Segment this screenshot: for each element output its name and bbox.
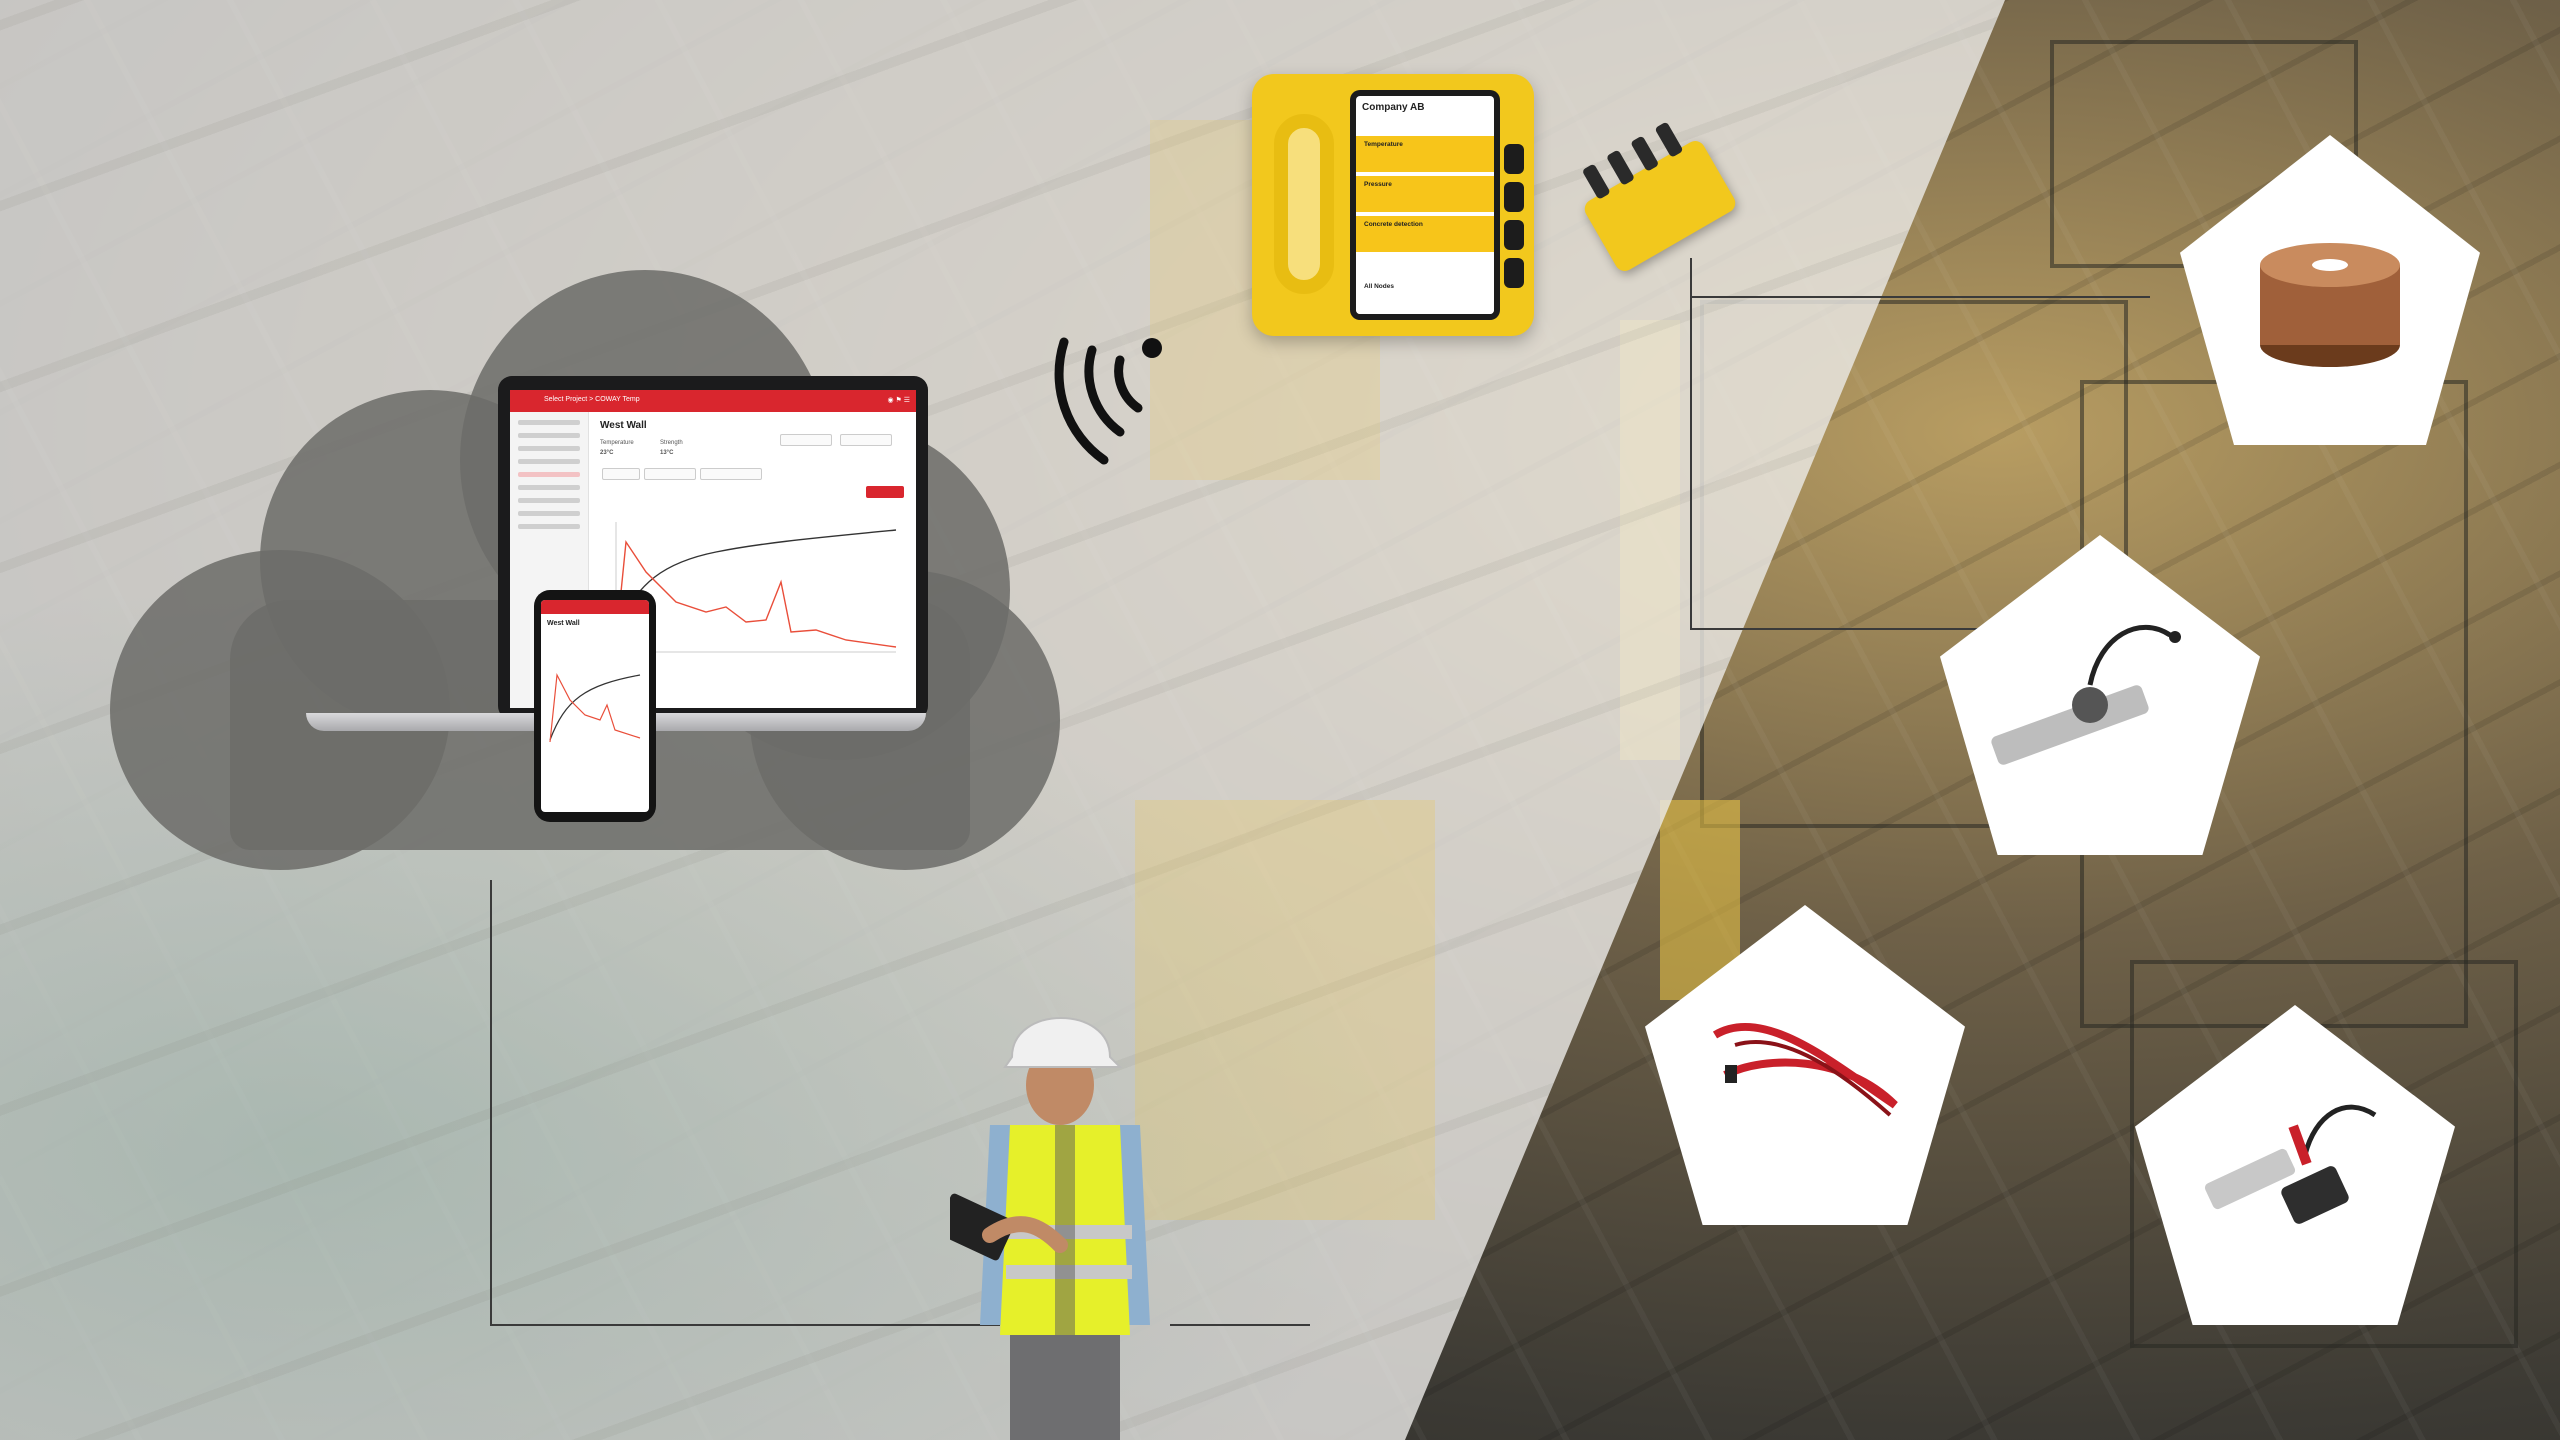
device-row-temperature[interactable]: Temperature [1356, 134, 1494, 172]
filter-chip[interactable] [602, 468, 640, 480]
date-chip[interactable] [840, 434, 892, 446]
mobile-app: West Wall [541, 600, 649, 812]
device-button[interactable] [1504, 182, 1524, 212]
stat-label: Strength [660, 440, 683, 446]
device-ui: Company AB Temperature Pressure Concrete… [1356, 96, 1494, 314]
device-button[interactable] [1504, 258, 1524, 288]
connection-line [1690, 628, 1990, 630]
alert-chip[interactable] [866, 486, 904, 498]
connection-line [490, 880, 492, 1326]
connection-line [1690, 296, 2150, 298]
mobile-chart [549, 672, 641, 743]
app-header: Select Project > COWAY Temp ◉ ⚑ ☰ [510, 390, 916, 412]
date-chip[interactable] [780, 434, 832, 446]
device-buttons [1504, 144, 1524, 296]
header-icons: ◉ ⚑ ☰ [887, 397, 910, 404]
stat-value: 13°C [660, 450, 674, 456]
wireless-signal-icon [1054, 337, 1162, 465]
device-button[interactable] [1504, 220, 1524, 250]
filter-chip[interactable] [700, 468, 762, 480]
device-button[interactable] [1504, 144, 1524, 174]
connection-line [1170, 1324, 1310, 1326]
formwork-faded [1135, 800, 1435, 1220]
device-row-pressure[interactable]: Pressure [1356, 174, 1494, 212]
device-row-concrete[interactable]: Concrete detection [1356, 214, 1494, 252]
temperature-line [615, 539, 897, 648]
stat-label: Temperature [600, 440, 634, 446]
handheld-reader-device: Company AB Temperature Pressure Concrete… [1252, 74, 1534, 336]
smartphone: West Wall [534, 590, 656, 822]
breadcrumb: Select Project > COWAY Temp [544, 396, 640, 403]
construction-worker [950, 1017, 1150, 1440]
stat-value: 23°C [600, 450, 614, 456]
device-screen: Company AB Temperature Pressure Concrete… [1350, 90, 1500, 320]
page-title: West Wall [600, 420, 647, 431]
strength-line [615, 529, 897, 633]
device-footer[interactable]: All Nodes [1356, 278, 1494, 314]
connection-line [490, 1324, 1000, 1326]
connection-line [1690, 258, 1692, 630]
mobile-header [541, 600, 649, 614]
company-name: Company AB [1362, 102, 1425, 113]
filter-chip[interactable] [644, 468, 696, 480]
page-title: West Wall [547, 620, 580, 627]
device-handle [1274, 114, 1334, 294]
